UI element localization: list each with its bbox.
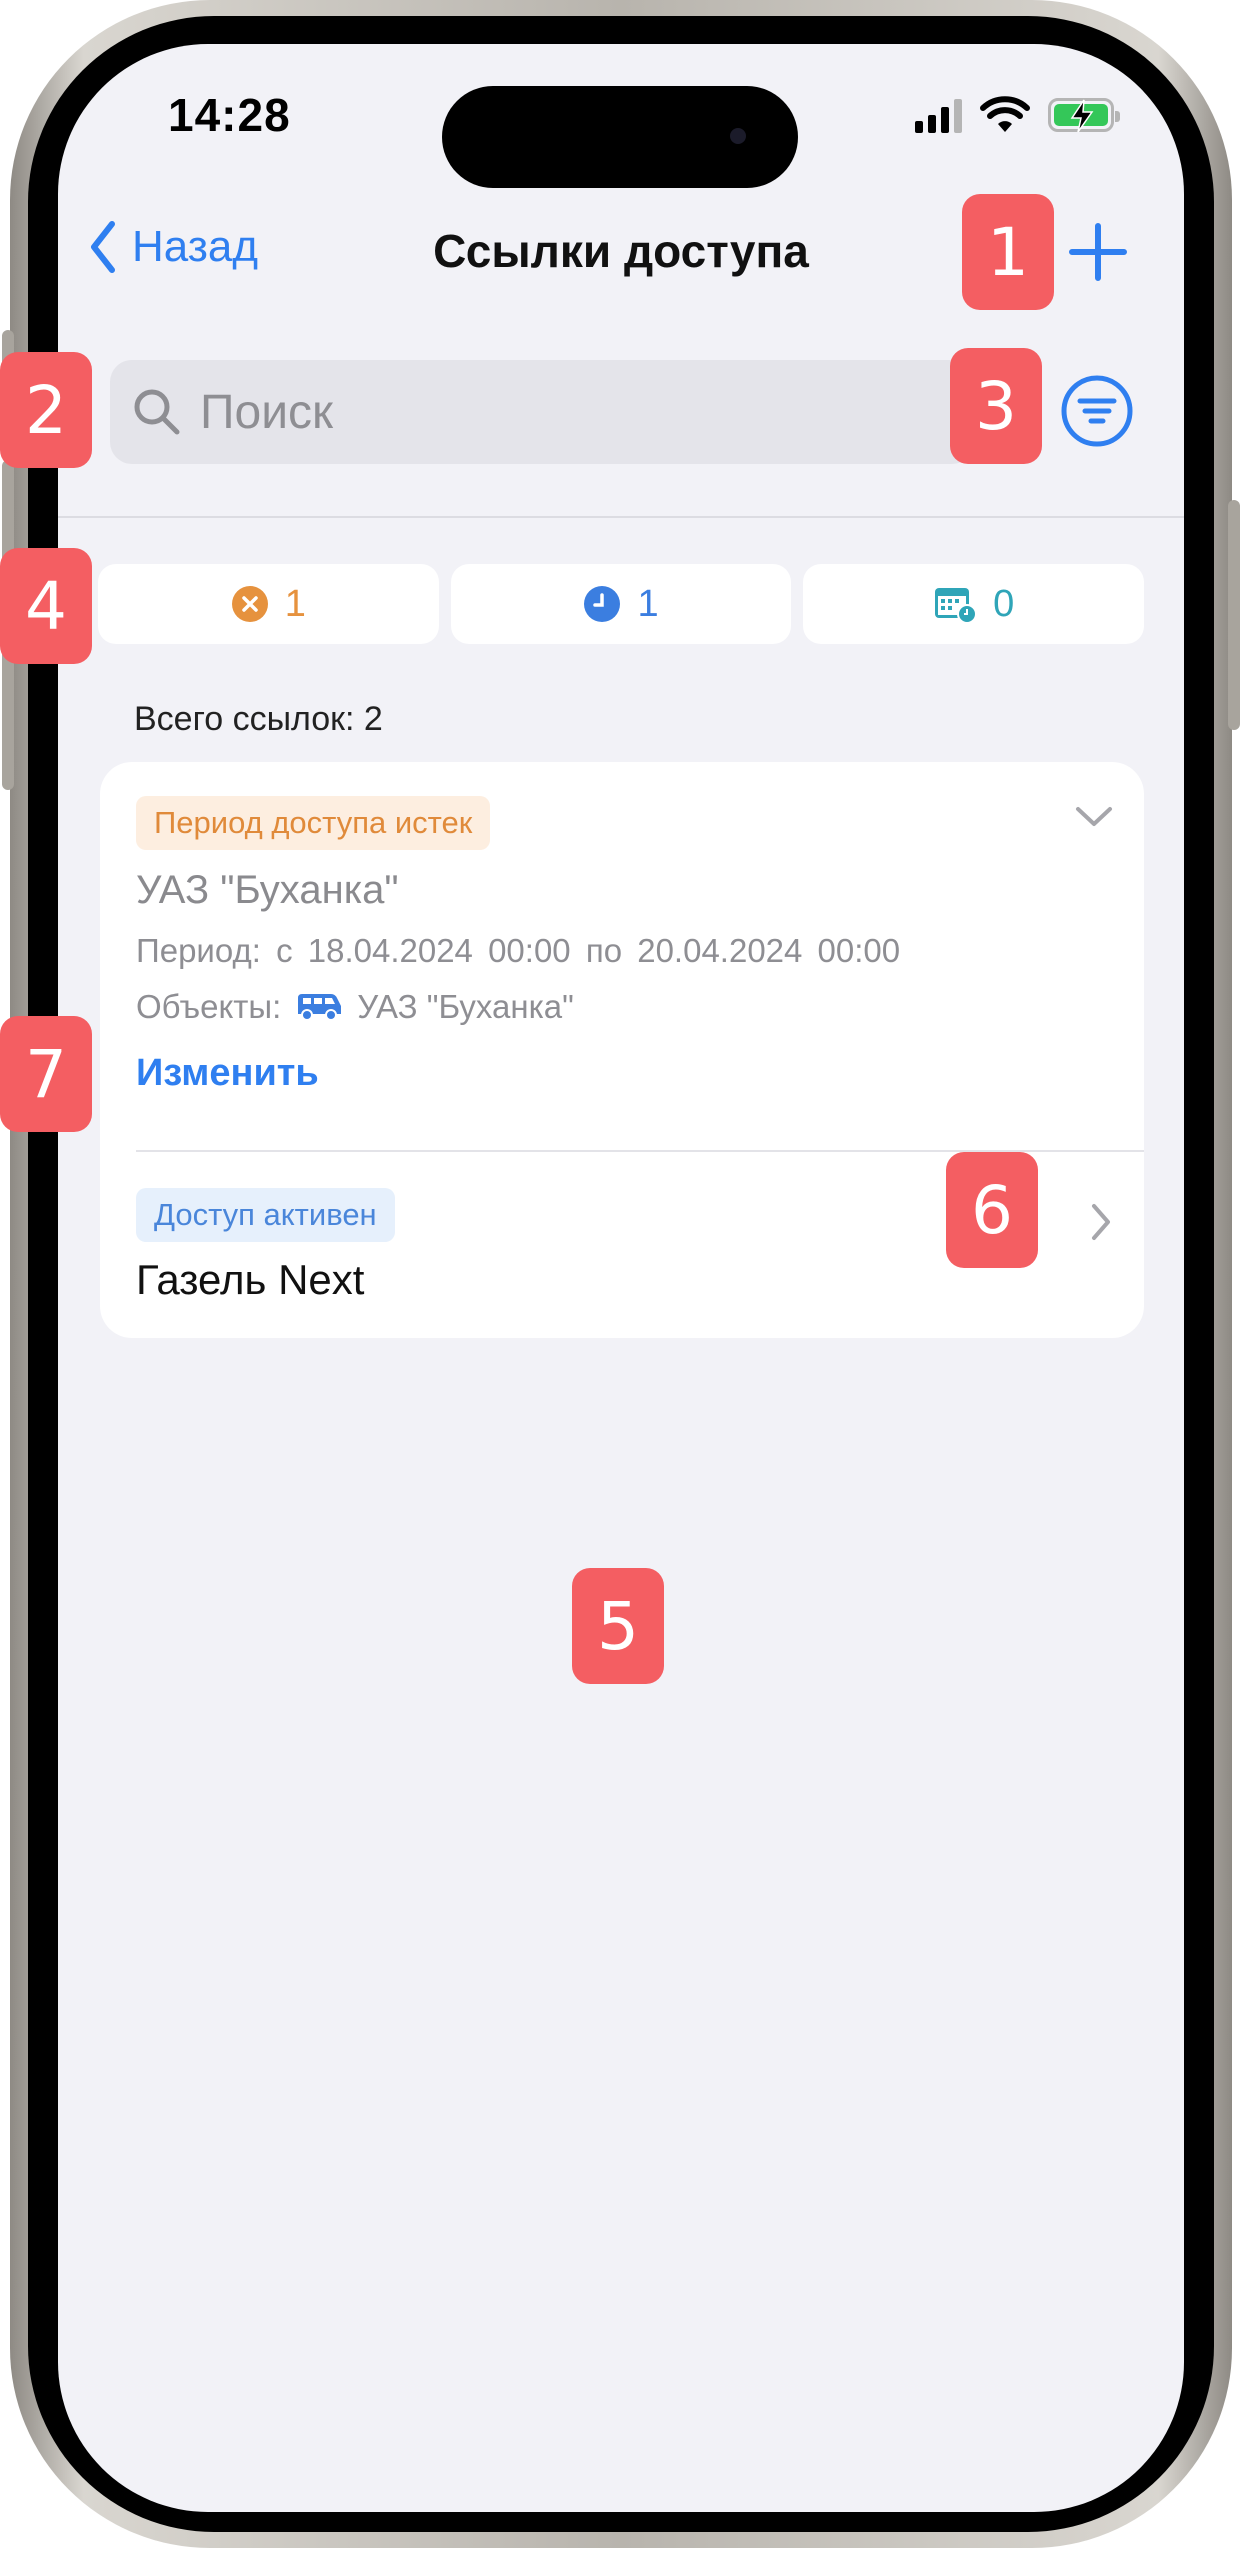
charging-bolt-icon <box>1070 99 1094 133</box>
link-period: Период: с 18.04.2024 00:00 по 20.04.2024… <box>136 932 901 969</box>
annotation-marker-5: 5 <box>572 1568 664 1684</box>
wifi-icon <box>980 96 1030 132</box>
calendar-icon <box>935 588 978 624</box>
search-bar[interactable] <box>110 360 974 464</box>
edit-link-button[interactable]: Изменить <box>136 1052 319 1095</box>
list-item[interactable]: Период доступа истек УАЗ "Буханка" Перио… <box>100 762 1144 1152</box>
counter-scheduled[interactable]: 1 <box>450 564 792 644</box>
expired-icon <box>231 586 268 622</box>
counter-expired[interactable]: 1 <box>98 564 439 644</box>
annotation-marker-3: 3 <box>950 348 1042 464</box>
power-button <box>1228 500 1240 730</box>
link-objects: Объекты: УАЗ "Буханка" <box>136 988 574 1026</box>
object-name: УАЗ "Буханка" <box>357 988 574 1025</box>
chevron-right-icon[interactable] <box>1088 1202 1114 1242</box>
van-icon <box>298 994 342 1021</box>
add-link-button[interactable] <box>1066 220 1130 284</box>
counter-scheduled-value: 1 <box>637 582 659 625</box>
annotation-marker-1: 1 <box>962 194 1054 310</box>
annotation-marker-2: 2 <box>0 352 92 468</box>
status-time: 14:28 <box>168 89 291 141</box>
cellular-signal-icon <box>915 97 962 133</box>
filter-button[interactable] <box>1060 374 1134 448</box>
counter-expired-value: 1 <box>284 582 306 625</box>
link-title: Газель Next <box>136 1256 365 1303</box>
annotation-marker-4: 4 <box>0 548 92 664</box>
counter-calendar[interactable]: 0 <box>803 564 1145 644</box>
camera-dot <box>730 128 746 144</box>
chevron-down-icon[interactable] <box>1074 804 1114 830</box>
status-badge-active: Доступ активен <box>136 1188 395 1242</box>
links-total: Всего ссылок: 2 <box>134 700 383 738</box>
objects-label: Объекты: <box>136 988 282 1025</box>
status-icons <box>915 96 1120 134</box>
annotation-marker-7: 7 <box>0 1016 92 1132</box>
header-divider <box>58 516 1184 518</box>
search-input[interactable] <box>200 384 900 440</box>
dynamic-island <box>442 86 798 188</box>
clock-icon <box>584 586 621 622</box>
link-title: УАЗ "Буханка" <box>136 868 399 912</box>
battery-icon <box>1048 98 1120 133</box>
status-counters: 1 1 0 <box>98 564 1145 644</box>
status-badge-expired: Период доступа истек <box>136 796 491 850</box>
search-icon <box>134 389 180 435</box>
annotation-marker-6: 6 <box>946 1152 1038 1268</box>
counter-calendar-value: 0 <box>993 582 1015 625</box>
